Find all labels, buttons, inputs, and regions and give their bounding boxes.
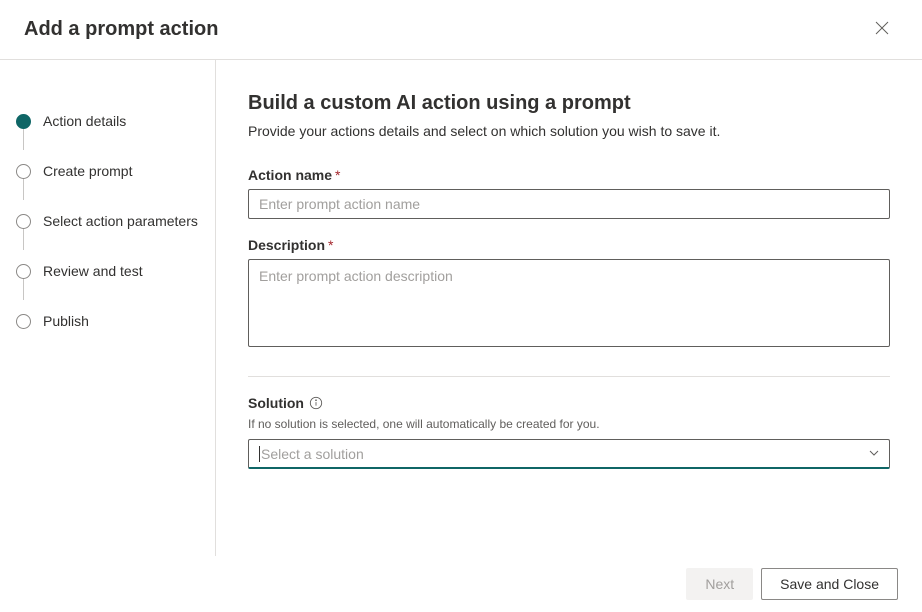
close-button[interactable] bbox=[866, 14, 898, 46]
step-action-details[interactable]: Action details bbox=[16, 96, 199, 146]
page-title: Build a custom AI action using a prompt bbox=[248, 92, 890, 115]
required-indicator: * bbox=[335, 167, 340, 183]
solution-select-wrapper: Select a solution bbox=[248, 439, 890, 469]
step-marker-icon bbox=[16, 214, 31, 229]
info-icon[interactable] bbox=[309, 396, 323, 410]
description-input[interactable] bbox=[248, 259, 890, 347]
action-name-label: Action name * bbox=[248, 167, 890, 183]
step-label: Select action parameters bbox=[43, 213, 198, 229]
step-label: Publish bbox=[43, 313, 89, 329]
step-label: Action details bbox=[43, 113, 126, 129]
step-publish[interactable]: Publish bbox=[16, 296, 199, 346]
dialog-body: Action details Create prompt Select acti… bbox=[0, 60, 922, 556]
step-marker-icon bbox=[16, 114, 31, 129]
text-cursor bbox=[259, 446, 260, 462]
dialog-title: Add a prompt action bbox=[24, 18, 218, 41]
step-marker-icon bbox=[16, 164, 31, 179]
label-text: Description bbox=[248, 237, 325, 253]
solution-group: Solution If no solution is selected, one… bbox=[248, 395, 890, 469]
solution-select[interactable]: Select a solution bbox=[248, 439, 890, 469]
solution-helper-text: If no solution is selected, one will aut… bbox=[248, 417, 890, 431]
action-name-group: Action name * bbox=[248, 167, 890, 219]
step-label: Create prompt bbox=[43, 163, 132, 179]
step-marker-icon bbox=[16, 264, 31, 279]
description-group: Description * bbox=[248, 237, 890, 350]
description-label: Description * bbox=[248, 237, 890, 253]
section-divider bbox=[248, 376, 890, 377]
step-select-action-parameters[interactable]: Select action parameters bbox=[16, 196, 199, 246]
main-panel: Build a custom AI action using a prompt … bbox=[216, 60, 922, 556]
save-and-close-button[interactable]: Save and Close bbox=[761, 568, 898, 600]
page-subtitle: Provide your actions details and select … bbox=[248, 123, 890, 139]
close-icon bbox=[875, 21, 889, 38]
step-create-prompt[interactable]: Create prompt bbox=[16, 146, 199, 196]
required-indicator: * bbox=[328, 237, 333, 253]
step-review-and-test[interactable]: Review and test bbox=[16, 246, 199, 296]
wizard-steps: Action details Create prompt Select acti… bbox=[16, 96, 199, 346]
select-placeholder: Select a solution bbox=[261, 446, 364, 462]
dialog-header: Add a prompt action bbox=[0, 0, 922, 60]
step-label: Review and test bbox=[43, 263, 143, 279]
label-text: Solution bbox=[248, 395, 304, 411]
step-marker-icon bbox=[16, 314, 31, 329]
wizard-sidebar: Action details Create prompt Select acti… bbox=[0, 60, 216, 556]
next-button[interactable]: Next bbox=[686, 568, 753, 600]
action-name-input[interactable] bbox=[248, 189, 890, 219]
solution-label: Solution bbox=[248, 395, 890, 411]
label-text: Action name bbox=[248, 167, 332, 183]
dialog-footer: Next Save and Close bbox=[216, 556, 922, 612]
